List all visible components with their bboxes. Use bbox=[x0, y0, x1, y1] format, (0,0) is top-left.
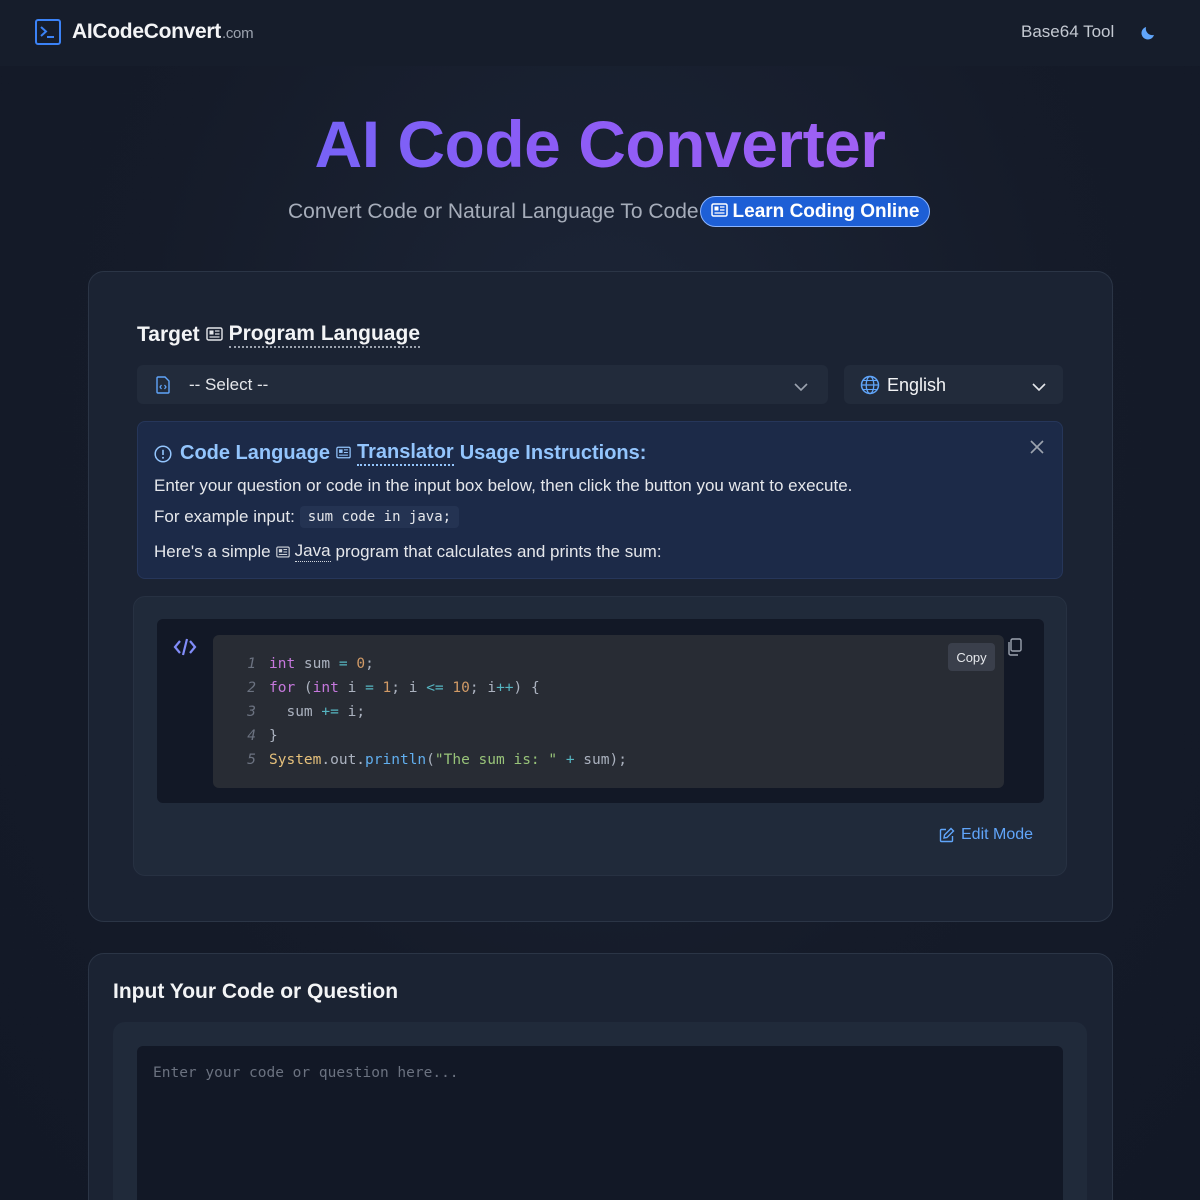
target-label-prefix: Target bbox=[137, 323, 200, 346]
newspaper-icon bbox=[205, 323, 223, 347]
newspaper-icon bbox=[710, 201, 728, 223]
target-language-label: Target Program Language bbox=[137, 322, 420, 348]
subtitle-text: Convert Code or Natural Language To Code bbox=[288, 199, 699, 223]
copy-icon[interactable] bbox=[1007, 638, 1023, 661]
program-language-link[interactable]: Program Language bbox=[228, 322, 420, 348]
code-line-text: System.out.println("The sum is: " + sum)… bbox=[269, 752, 627, 768]
learn-coding-online-button[interactable]: Learn Coding Online bbox=[699, 196, 931, 227]
code-line-text: } bbox=[269, 728, 278, 744]
line-number: 5 bbox=[247, 752, 256, 768]
line-number: 3 bbox=[247, 704, 256, 720]
line3-prefix: Here's a simple bbox=[154, 541, 271, 561]
java-link[interactable]: Java bbox=[294, 541, 331, 562]
code-question-input[interactable] bbox=[137, 1046, 1063, 1200]
nav-link-base64-tool[interactable]: Base64 Tool bbox=[1021, 22, 1114, 42]
translator-link[interactable]: Translator bbox=[357, 441, 454, 466]
chevron-down-icon bbox=[1032, 379, 1046, 397]
code-icon bbox=[173, 637, 197, 662]
instructions-line-2: For example input: sum code in java; bbox=[154, 506, 460, 528]
output-language-select[interactable]: English bbox=[844, 365, 1063, 404]
chevron-down-icon bbox=[794, 379, 808, 397]
line-number: 4 bbox=[247, 728, 256, 744]
moon-icon[interactable] bbox=[1139, 24, 1157, 47]
edit-mode-label: Edit Mode bbox=[961, 826, 1034, 843]
code-line-text: for (int i = 1; i <= 10; i++) { bbox=[269, 680, 540, 696]
instructions-title-prefix: Code Language bbox=[180, 442, 331, 464]
code-line: 4 } bbox=[236, 724, 627, 748]
instructions-line-3: Here's a simple Java program that calcul… bbox=[154, 541, 662, 562]
newspaper-icon bbox=[336, 442, 351, 465]
code-line: 5 System.out.println("The sum is: " + su… bbox=[236, 748, 627, 772]
page-title: AI Code Converter bbox=[0, 106, 1200, 182]
line-number: 1 bbox=[247, 656, 256, 672]
line-number: 2 bbox=[247, 680, 256, 696]
code-line-text: int sum = 0; bbox=[269, 656, 374, 672]
target-language-select[interactable]: -- Select -- bbox=[137, 365, 828, 404]
terminal-icon bbox=[35, 19, 61, 45]
instructions-title: Code Language Translator Usage Instructi… bbox=[154, 441, 646, 466]
input-section-title: Input Your Code or Question bbox=[113, 980, 399, 1003]
logo-text: AICodeConvert.com bbox=[72, 20, 254, 43]
language-value: English bbox=[887, 375, 947, 395]
code-lines: 1 int sum = 0; 2 for (int i = 1; i <= 10… bbox=[236, 652, 627, 772]
newspaper-icon bbox=[275, 545, 290, 558]
code-line-text: sum += i; bbox=[269, 704, 366, 720]
site-logo[interactable]: AICodeConvert.com bbox=[35, 19, 254, 45]
example-label: For example input: bbox=[154, 507, 295, 526]
code-line: 2 for (int i = 1; i <= 10; i++) { bbox=[236, 676, 627, 700]
code-line: 1 int sum = 0; bbox=[236, 652, 627, 676]
globe-icon bbox=[860, 375, 880, 400]
edit-icon bbox=[939, 827, 955, 843]
logo-domain: .com bbox=[221, 25, 254, 42]
select-value: -- Select -- bbox=[189, 375, 269, 394]
instructions-line-1: Enter your question or code in the input… bbox=[154, 476, 853, 495]
example-code: sum code in java; bbox=[299, 506, 460, 528]
line3-suffix: program that calculates and prints the s… bbox=[335, 541, 662, 561]
info-icon bbox=[154, 444, 172, 463]
learn-pill-label: Learn Coding Online bbox=[732, 200, 920, 222]
close-icon[interactable] bbox=[1030, 440, 1044, 459]
code-file-icon bbox=[156, 376, 170, 399]
code-line: 3 sum += i; bbox=[236, 700, 627, 724]
instructions-title-suffix: Usage Instructions: bbox=[459, 442, 647, 464]
page-subtitle: Convert Code or Natural Language To Code… bbox=[288, 196, 931, 227]
edit-mode-button[interactable]: Edit Mode bbox=[939, 826, 1033, 844]
top-navbar: AICodeConvert.com Base64 Tool bbox=[0, 0, 1200, 66]
copy-button[interactable]: Copy bbox=[948, 643, 995, 671]
usage-instructions-panel: Code Language Translator Usage Instructi… bbox=[137, 421, 1063, 579]
